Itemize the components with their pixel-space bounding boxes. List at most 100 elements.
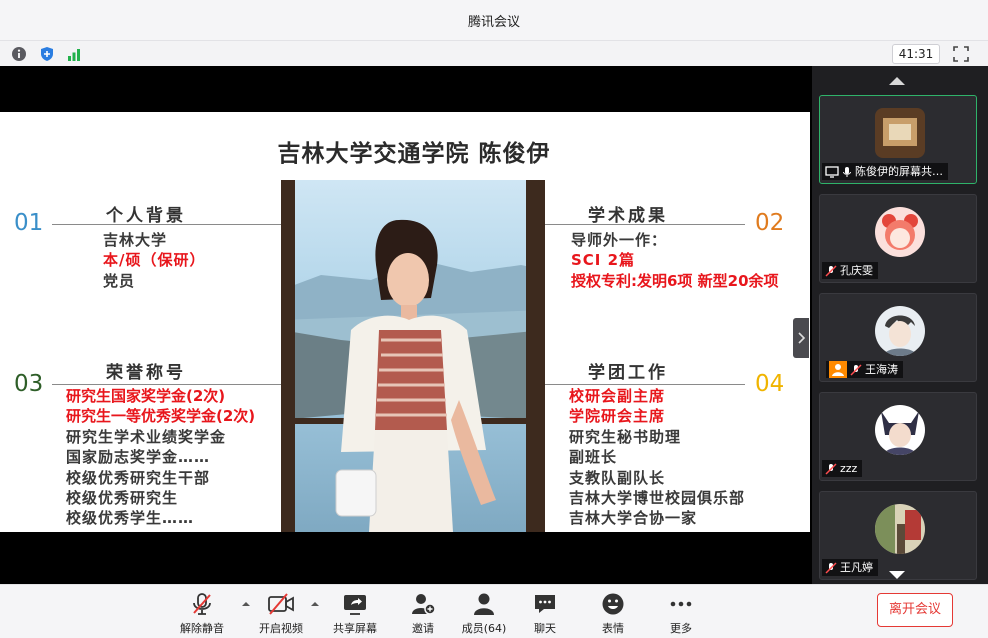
text-line: 党员 <box>103 271 136 290</box>
screen-share-icon <box>825 165 839 178</box>
text-line: 研究生国家奖学金(2次) <box>66 387 226 405</box>
mic-icon <box>843 166 851 177</box>
divider-line <box>545 384 745 385</box>
shared-screen-view: 吉林大学交通学院 陈俊伊 01 个人背景 吉林大学 本/硕（保研） 党员 02 … <box>0 66 812 584</box>
chat-button[interactable]: 聊天 <box>515 591 575 635</box>
invite-icon <box>412 594 436 615</box>
text-line: 校级优秀研究生 <box>66 489 179 508</box>
section-content-student-work: 校研会副主席 学院研会主席 研究生秘书助理 副班长 支教队副队长 吉林大学博世校… <box>569 386 745 529</box>
participant-name: 孔庆雯 <box>840 264 873 277</box>
text-line: 吉林大学博世校园俱乐部 <box>569 489 746 508</box>
avatar <box>875 405 925 455</box>
mic-muted-icon <box>825 264 837 277</box>
emoji-label: 表情 <box>602 622 624 635</box>
camera-off-icon <box>268 593 294 615</box>
mic-muted-icon <box>193 593 211 615</box>
section-title-honors: 荣誉称号 <box>106 363 186 383</box>
text-line: SCI 2篇 <box>571 251 636 270</box>
text-line: 学院研会主席 <box>569 407 666 426</box>
chevron-right-icon <box>798 332 806 344</box>
participant-name: 陈俊伊的屏幕共… <box>855 165 943 178</box>
text-line: 导师外一作： <box>571 231 668 249</box>
participant-name: 王海涛 <box>865 363 898 376</box>
meeting-info-bar: 41:31 <box>0 40 988 66</box>
info-icon[interactable] <box>11 46 27 62</box>
text-line: 国家励志奖学金…… <box>66 448 211 467</box>
leave-meeting-button[interactable]: 离开会议 <box>877 593 953 627</box>
share-screen-button[interactable]: 共享屏幕 <box>325 591 385 635</box>
start-video-button[interactable]: 开启视频 <box>251 591 311 635</box>
text-line: 吉林大学合协一家 <box>569 509 698 528</box>
participants-video-panel: 陈俊伊的屏幕共… 孔庆雯 王海涛 zzz 王凡婷 <box>812 66 988 584</box>
text-line: 授权专利:发明6项 新型20余项 <box>571 271 779 290</box>
mic-muted-icon <box>825 462 837 475</box>
participant-tile[interactable]: 王凡婷 <box>819 491 977 580</box>
collapse-panel-button[interactable] <box>793 318 809 358</box>
chat-label: 聊天 <box>534 622 556 635</box>
section-content-achievements: 导师外一作： SCI 2篇 授权专利:发明6项 新型20余项 <box>571 230 779 291</box>
emoji-icon <box>602 593 624 615</box>
participant-namebar: 孔庆雯 <box>822 262 878 279</box>
caret-up-icon[interactable] <box>241 599 251 609</box>
portrait-photo <box>281 180 545 532</box>
avatar <box>875 504 925 554</box>
participant-namebar: 王海涛 <box>826 361 903 378</box>
section-title-background: 个人背景 <box>106 206 186 226</box>
more-label: 更多 <box>670 622 692 635</box>
slide-title: 吉林大学交通学院 陈俊伊 <box>277 141 551 167</box>
section-content-background: 吉林大学 本/硕（保研） 党员 <box>103 230 205 291</box>
text-line: 支教队副队长 <box>569 468 666 487</box>
fullscreen-icon[interactable] <box>952 45 970 63</box>
meeting-toolbar: 解除静音 开启视频 共享屏幕 邀请 成员(64) 聊天 表情 更多 离开会议 <box>0 584 988 638</box>
text-line: 本/硕（保研） <box>103 251 206 270</box>
presentation-slide: 吉林大学交通学院 陈俊伊 01 个人背景 吉林大学 本/硕（保研） 党员 02 … <box>0 112 810 532</box>
text-line: 研究生秘书助理 <box>569 427 682 446</box>
section-content-honors: 研究生国家奖学金(2次) 研究生一等优秀奖学金(2次) 研究生学术业绩奖学金 国… <box>66 386 255 529</box>
more-button[interactable]: 更多 <box>651 591 711 635</box>
share-screen-icon <box>344 595 366 615</box>
section-number-03: 03 <box>14 371 44 397</box>
scroll-down-icon[interactable] <box>888 570 906 580</box>
section-title-achievements: 学术成果 <box>588 206 668 226</box>
section-number-01: 01 <box>14 210 44 236</box>
section-number-04: 04 <box>755 371 785 397</box>
mic-muted-icon <box>825 561 837 574</box>
participant-tile[interactable]: 孔庆雯 <box>819 194 977 283</box>
participant-namebar: 陈俊伊的屏幕共… <box>822 163 948 180</box>
mic-muted-icon <box>850 363 862 376</box>
participant-tile[interactable]: 陈俊伊的屏幕共… <box>819 95 977 184</box>
participant-tile[interactable]: 王海涛 <box>819 293 977 382</box>
unmute-label: 解除静音 <box>180 622 224 635</box>
text-line: 校级优秀研究生干部 <box>66 468 211 487</box>
emoji-button[interactable]: 表情 <box>583 591 643 635</box>
members-icon <box>474 593 494 615</box>
screen-share-thumbnail <box>875 108 925 158</box>
meeting-timer: 41:31 <box>892 44 940 64</box>
members-label: 成员(64) <box>461 622 507 635</box>
signal-icon[interactable] <box>66 46 82 62</box>
text-line: 吉林大学 <box>103 231 168 249</box>
more-icon <box>670 601 692 607</box>
avatar <box>875 306 925 356</box>
title-bar: 腾讯会议 <box>0 0 988 40</box>
participant-name: 王凡婷 <box>840 561 873 574</box>
start-video-label: 开启视频 <box>259 622 303 635</box>
members-button[interactable]: 成员(64) <box>454 591 514 635</box>
avatar <box>875 207 925 257</box>
shield-icon[interactable] <box>39 46 55 62</box>
participant-name: zzz <box>840 462 858 475</box>
invite-button[interactable]: 邀请 <box>393 591 453 635</box>
chat-icon <box>535 595 555 613</box>
user-icon <box>829 361 847 378</box>
text-line: 校级优秀学生…… <box>66 509 195 528</box>
window-title: 腾讯会议 <box>467 15 520 30</box>
caret-up-icon[interactable] <box>310 599 320 609</box>
text-line: 研究生学术业绩奖学金 <box>66 427 227 446</box>
unmute-button[interactable]: 解除静音 <box>172 591 232 635</box>
participant-tile[interactable]: zzz <box>819 392 977 481</box>
section-title-student-work: 学团工作 <box>588 363 668 383</box>
scroll-up-icon[interactable] <box>888 76 906 86</box>
invite-label: 邀请 <box>412 622 434 635</box>
participant-namebar: 王凡婷 <box>822 559 878 576</box>
text-line: 校研会副主席 <box>569 387 666 405</box>
